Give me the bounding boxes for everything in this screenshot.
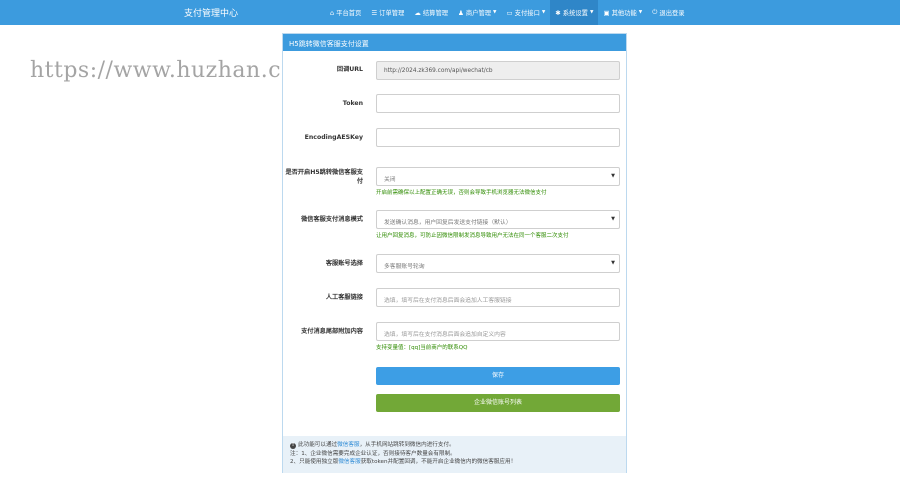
list-icon: ☰: [371, 8, 378, 17]
aes-key-input[interactable]: [376, 128, 620, 147]
msg-mode-label: 微信客服支付消息模式: [301, 216, 363, 223]
chevron-down-icon: ▼: [611, 216, 615, 222]
user-icon: ♟: [458, 8, 464, 17]
info-footer: ! 此功能可以通过微信客服，从手机网站跳转到微信内进行支付。 注：1、企业微信需要…: [283, 436, 626, 473]
footer-line-1: ! 此功能可以通过微信客服，从手机网站跳转到微信内进行支付。: [290, 442, 455, 449]
nav-item-4[interactable]: ♟ 商户管理 ▼: [453, 0, 501, 25]
account-selected-value: 多客服账号轮询: [384, 264, 425, 270]
account-select-label: 客服账号选择: [325, 260, 363, 267]
wechat-kf-link-1[interactable]: 微信客服: [337, 442, 359, 448]
save-button[interactable]: 保存: [376, 367, 620, 385]
caret-down-icon: ▼: [493, 10, 497, 15]
callback-url-label: 回调URL: [336, 66, 363, 73]
aes-key-label: EncodingAESKey: [304, 134, 363, 141]
enable-label: 是否开启H5跳转微信客服支付: [285, 169, 363, 185]
tail-content-label: 支付消息尾部附加内容: [301, 328, 363, 335]
manual-link-input[interactable]: 选填，填写后在支付消息后面会追加人工客服链接: [376, 288, 620, 307]
grid-icon: ▣: [603, 8, 610, 17]
tail-content-input[interactable]: 选填，填写后在支付消息后面会追加自定义内容: [376, 322, 620, 341]
footer-line-2: 注：1、企业微信需要完成企业认证，否则接待客户数量会有限制。: [290, 450, 456, 457]
enable-select[interactable]: 关闭 ▼: [376, 167, 620, 186]
nav-item-2[interactable]: ☰ 订单管理: [366, 0, 409, 25]
enable-help: 开启前需确保以上配置正确无误，否则会导致手机浏览器无法微信支付: [376, 190, 547, 196]
msg-mode-help: 让用户回复消息，可防止因微信限制发消息导致用户无法在同一个客服二次支付: [376, 233, 569, 239]
wecom-account-list-button[interactable]: 企业微信账号列表: [376, 394, 620, 412]
msg-mode-selected-value: 发送确认消息，用户回复后发送支付链接（默认）: [384, 220, 512, 226]
cloud-icon: ☁: [414, 8, 421, 17]
nav-item-label: 退出登录: [659, 10, 685, 17]
nav-item-7[interactable]: ▣ 其他功能 ▼: [598, 0, 647, 25]
token-label: Token: [342, 100, 363, 107]
callback-url-input[interactable]: http://2024.zk369.com/api/wechat/cb: [376, 61, 620, 80]
panel-title: H5跳转微信客服支付设置: [283, 34, 626, 51]
token-input[interactable]: [376, 94, 620, 113]
nav-item-label: 结算管理: [422, 10, 449, 17]
caret-down-icon: ▼: [541, 10, 546, 15]
nav-item-3[interactable]: ☁ 结算管理: [409, 0, 453, 25]
top-navbar: 支付管理中心 ⌂ 平台首页 ☰ 订单管理 ☁ 结算管理 ♟ 商户管理 ▼ ▭ 支付接口 ▼ ✱ 系统设置 ▼…: [0, 0, 900, 25]
nav-item-label: 支付接口: [514, 10, 540, 17]
manual-link-label: 人工客服链接: [325, 294, 363, 301]
caret-down-icon: ▼: [589, 10, 594, 15]
account-select[interactable]: 多客服账号轮询 ▼: [376, 254, 620, 273]
nav-item-label: 其他功能: [611, 10, 637, 17]
nav-item-6[interactable]: ✱ 系统设置 ▼: [550, 0, 599, 25]
card-icon: ▭: [506, 8, 513, 17]
nav-item-label: 系统设置: [562, 10, 588, 17]
gear-icon: ✱: [555, 8, 561, 17]
nav-item-label: 平台首页: [336, 10, 362, 17]
caret-down-icon: ▼: [638, 10, 643, 15]
wechat-kf-link-2[interactable]: 微信客服: [338, 459, 360, 465]
home-icon: ⌂: [330, 8, 335, 17]
nav-item-label: 商户管理: [465, 10, 492, 17]
nav-item-1[interactable]: ⌂ 平台首页: [325, 0, 366, 25]
enable-selected-value: 关闭: [384, 177, 396, 183]
nav-item-label: 订单管理: [379, 10, 405, 17]
main-nav: ⌂ 平台首页 ☰ 订单管理 ☁ 结算管理 ♟ 商户管理 ▼ ▭ 支付接口 ▼ ✱ 系统设置 ▼ ▣ 其他功能 ▼ ⏻…: [325, 0, 690, 25]
footer-line-3: 2、只能使用独立版微信客服获取token并配置回调，不能开启企业微信内的微信客服…: [290, 459, 517, 465]
chevron-down-icon: ▼: [611, 260, 615, 266]
power-icon: ⏻: [652, 8, 658, 16]
nav-item-8[interactable]: ⏻ 退出登录: [647, 0, 689, 25]
tail-content-help: 支持变量值：[qq]当前商户的联系QQ: [376, 345, 468, 351]
brand-title[interactable]: 支付管理中心: [184, 6, 238, 19]
msg-mode-select[interactable]: 发送确认消息，用户回复后发送支付链接（默认） ▼: [376, 210, 620, 229]
settings-panel: H5跳转微信客服支付设置 回调URL http://2024.zk369.com…: [282, 33, 627, 473]
info-icon: !: [290, 443, 296, 449]
chevron-down-icon: ▼: [611, 173, 615, 179]
nav-item-5[interactable]: ▭ 支付接口 ▼: [502, 0, 551, 25]
